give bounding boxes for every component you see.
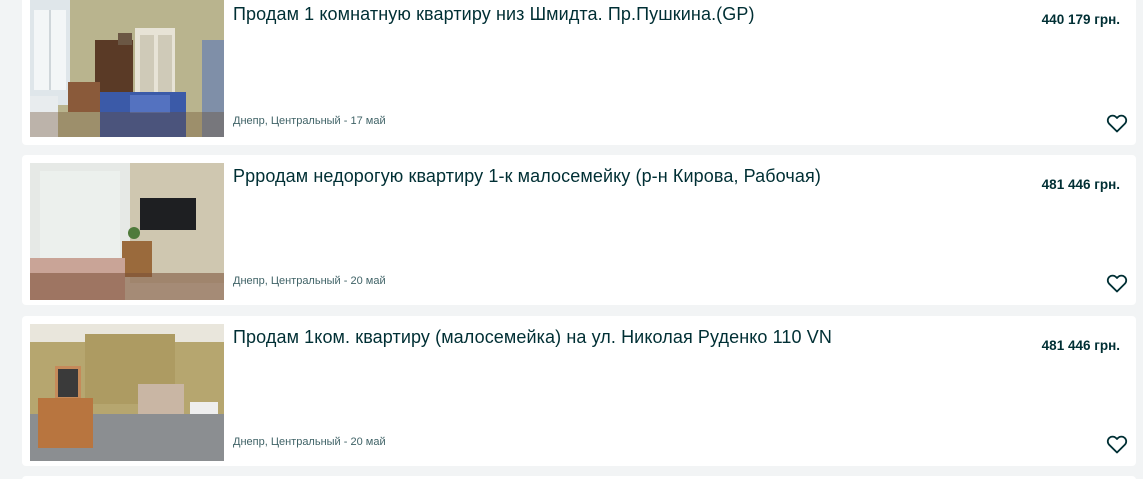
listing-price: 481 446 грн. <box>1041 338 1120 353</box>
listing-photo[interactable] <box>30 0 224 137</box>
heart-outline-icon[interactable] <box>1105 111 1129 135</box>
listing-card[interactable]: Продам 1 комнатную квартиру низ Шмидта. … <box>22 0 1136 145</box>
listing-location-date: Днепр, Центральный - 17 май <box>233 115 386 127</box>
listing-card[interactable]: Продам 1ком. квартиру (малосемейка) на у… <box>22 316 1136 466</box>
listing-card[interactable]: Ррродам недорогую квартиру 1-к малосемей… <box>22 155 1136 305</box>
listing-location-date: Днепр, Центральный - 20 май <box>233 436 386 448</box>
listing-price: 440 179 грн. <box>1041 12 1120 27</box>
listing-photo[interactable] <box>30 163 224 300</box>
room-photo-1 <box>30 0 224 137</box>
listing-title[interactable]: Ррродам недорогую квартиру 1-к малосемей… <box>233 166 821 187</box>
listing-location-date: Днепр, Центральный - 20 май <box>233 275 386 287</box>
room-photo-3 <box>30 324 224 461</box>
listings-list: Продам 1 комнатную квартиру низ Шмидта. … <box>0 0 1143 479</box>
heart-outline-icon[interactable] <box>1105 271 1129 295</box>
listing-title[interactable]: Продам 1ком. квартиру (малосемейка) на у… <box>233 327 832 348</box>
listing-title[interactable]: Продам 1 комнатную квартиру низ Шмидта. … <box>233 4 755 25</box>
room-photo-2 <box>30 163 224 300</box>
listing-photo[interactable] <box>30 324 224 461</box>
heart-outline-icon[interactable] <box>1105 432 1129 456</box>
listing-price: 481 446 грн. <box>1041 177 1120 192</box>
